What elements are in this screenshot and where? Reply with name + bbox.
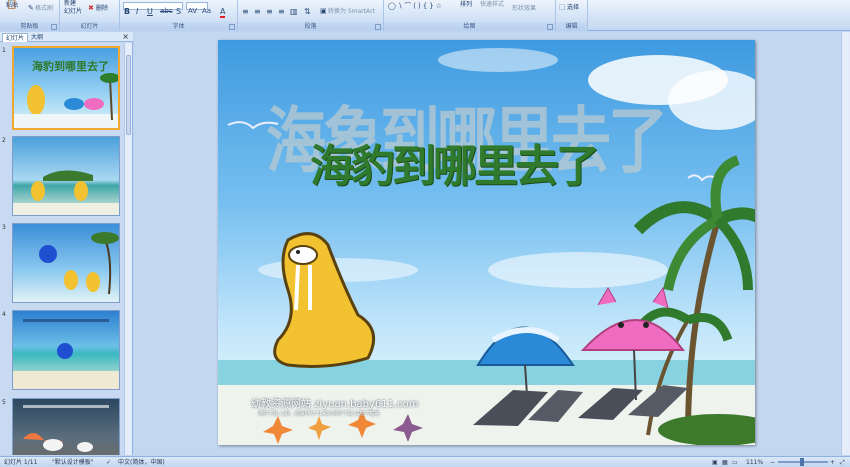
thumbnails-scrollbar[interactable]	[124, 43, 132, 455]
slide-editor: 海象到哪里去了 海豹到哪里去了 幼教资源网站 ziyuan.baby611.co…	[134, 32, 850, 455]
slide-number: 5	[2, 399, 6, 406]
thumbnail-5-art	[23, 405, 109, 452]
clipboard-launcher-icon[interactable]	[51, 24, 57, 30]
slideshow-view-icon[interactable]: ▭	[732, 458, 738, 467]
justify-icon[interactable]: ≡	[278, 7, 285, 16]
drawing-group-label: 绘图	[384, 22, 555, 31]
smartart-icon: ▣	[320, 7, 327, 15]
sorter-view-icon[interactable]: ▦	[722, 458, 728, 467]
tab-slides[interactable]: 幻灯片	[2, 33, 29, 42]
align-left-icon[interactable]: ≡	[242, 7, 249, 16]
select-icon: ⬚	[559, 3, 566, 11]
shape-effects-button[interactable]: 形状效果	[512, 5, 536, 13]
paste-button[interactable]: 粘贴	[6, 2, 18, 10]
fit-window-icon[interactable]: ⤢	[840, 458, 845, 467]
slide-thumbnail-4[interactable]	[12, 310, 120, 390]
slides-group: 新建 幻灯片 ✖ 删除 幻灯片	[60, 0, 120, 31]
website-text: 幼教资源网站 ziyuan.baby611.com	[251, 399, 419, 410]
convert-smartart-button[interactable]: 转换为 SmartArt	[328, 8, 375, 16]
thumbnail-3-art	[39, 232, 119, 295]
website-subtext: 课件下载 儿歌、故事MP3 FLASH课件下载 试卷下载等	[258, 411, 380, 417]
slide-thumbnails: 1 海豹到哪里去了 2 3 4 5	[0, 43, 124, 455]
slide-thumbnail-5[interactable]	[12, 398, 120, 455]
zoom-level[interactable]: 111%	[746, 458, 763, 467]
delete-icon: ✖	[88, 4, 94, 12]
tab-outline[interactable]: 大纲	[28, 33, 46, 42]
current-slide[interactable]: 海象到哪里去了 海豹到哪里去了 幼教资源网站 ziyuan.baby611.co…	[218, 40, 755, 445]
format-painter-icon: ✎	[28, 4, 34, 12]
zoom-out-icon[interactable]: −	[770, 458, 775, 467]
svg-text:海豹到哪里去了: 海豹到哪里去了	[32, 59, 109, 73]
align-center-icon[interactable]: ≡	[254, 7, 261, 16]
scrollbar-thumb[interactable]	[126, 55, 131, 135]
thumbnail-1-art: 海豹到哪里去了	[14, 59, 118, 128]
bold-icon[interactable]: B	[124, 7, 130, 16]
close-icon[interactable]: ×	[122, 32, 129, 42]
arrange-button[interactable]: 排列	[460, 1, 472, 9]
select-button[interactable]: 选择	[567, 4, 579, 12]
slide-thumbnail-1[interactable]: 海豹到哪里去了	[12, 46, 120, 130]
slides-pane: 幻灯片 大纲 × 1 海豹到哪里去了 2 3 4 5	[0, 32, 133, 455]
paragraph-launcher-icon[interactable]	[375, 24, 381, 30]
zoom-slider-knob[interactable]	[800, 458, 804, 466]
drawing-group: ◯∖⌒(){}☆ 排列 快速样式 形状效果 绘图	[384, 0, 556, 31]
slide-thumbnail-2[interactable]	[12, 136, 120, 216]
underline-icon[interactable]: U	[147, 7, 153, 16]
format-painter-button[interactable]: 格式刷	[35, 5, 53, 13]
new-slide-button[interactable]: 新建 幻灯片	[64, 0, 82, 16]
paragraph-group: ≡ ≡ ≡ ≡ ▥ ⇅ ▣ 转换为 SmartArt 段落	[238, 0, 384, 31]
font-color-icon[interactable]: A	[220, 7, 226, 18]
pane-tabs: 幻灯片 大纲 ×	[0, 32, 133, 42]
strikethrough-icon[interactable]: abc	[160, 7, 173, 16]
slide-title[interactable]: 海豹到哪里去了	[310, 130, 630, 194]
editing-group: ⬚ 选择 编辑	[556, 0, 588, 31]
ribbon: 📋 粘贴 ✎ 格式刷 剪贴板 新建 幻灯片 ✖ 删除 幻灯片 B I U abc…	[0, 0, 850, 31]
columns-icon[interactable]: ▥	[290, 7, 298, 16]
font-group: B I U abc S AV Aa A 字体	[120, 0, 238, 31]
spell-check-icon[interactable]: ✓	[106, 458, 111, 467]
thumbnail-2-art	[13, 170, 119, 215]
delete-button[interactable]: 删除	[96, 5, 108, 13]
slide-thumbnail-3[interactable]	[12, 223, 120, 303]
shadow-icon[interactable]: S	[176, 7, 181, 16]
editor-scrollbar[interactable]	[841, 32, 850, 455]
quick-styles-button[interactable]: 快速样式	[480, 1, 504, 9]
editing-group-label: 编辑	[556, 22, 587, 31]
slide-number: 1	[2, 47, 6, 54]
status-bar: 幻灯片 1/11 "默认设计模板" ✓ 中文(简体，中国) ▣ ▦ ▭ 111%…	[0, 456, 850, 467]
slide-number: 2	[2, 137, 6, 144]
language-indicator[interactable]: 中文(简体，中国)	[118, 458, 165, 467]
thumbnail-4-art	[13, 319, 119, 389]
slides-group-label: 幻灯片	[60, 22, 119, 31]
font-name-box[interactable]	[123, 2, 183, 10]
font-group-label: 字体	[120, 22, 237, 31]
shapes-gallery-icon[interactable]: ◯∖⌒(){}☆	[388, 2, 444, 11]
italic-icon[interactable]: I	[136, 7, 138, 16]
clipboard-group: 📋 粘贴 ✎ 格式刷 剪贴板	[0, 0, 60, 31]
slide-number: 4	[2, 311, 6, 318]
slide-number: 3	[2, 224, 6, 231]
theme-name[interactable]: "默认设计模板"	[52, 458, 94, 467]
align-right-icon[interactable]: ≡	[266, 7, 273, 16]
text-direction-icon[interactable]: ⇅	[304, 7, 311, 16]
drawing-launcher-icon[interactable]	[547, 24, 553, 30]
change-case-icon[interactable]: Aa	[202, 7, 211, 16]
char-spacing-icon[interactable]: AV	[188, 7, 197, 16]
slide-counter: 幻灯片 1/11	[4, 459, 38, 466]
normal-view-icon[interactable]: ▣	[712, 458, 718, 467]
font-launcher-icon[interactable]	[229, 24, 235, 30]
zoom-in-icon[interactable]: +	[830, 458, 835, 467]
paragraph-group-label: 段落	[238, 22, 383, 31]
